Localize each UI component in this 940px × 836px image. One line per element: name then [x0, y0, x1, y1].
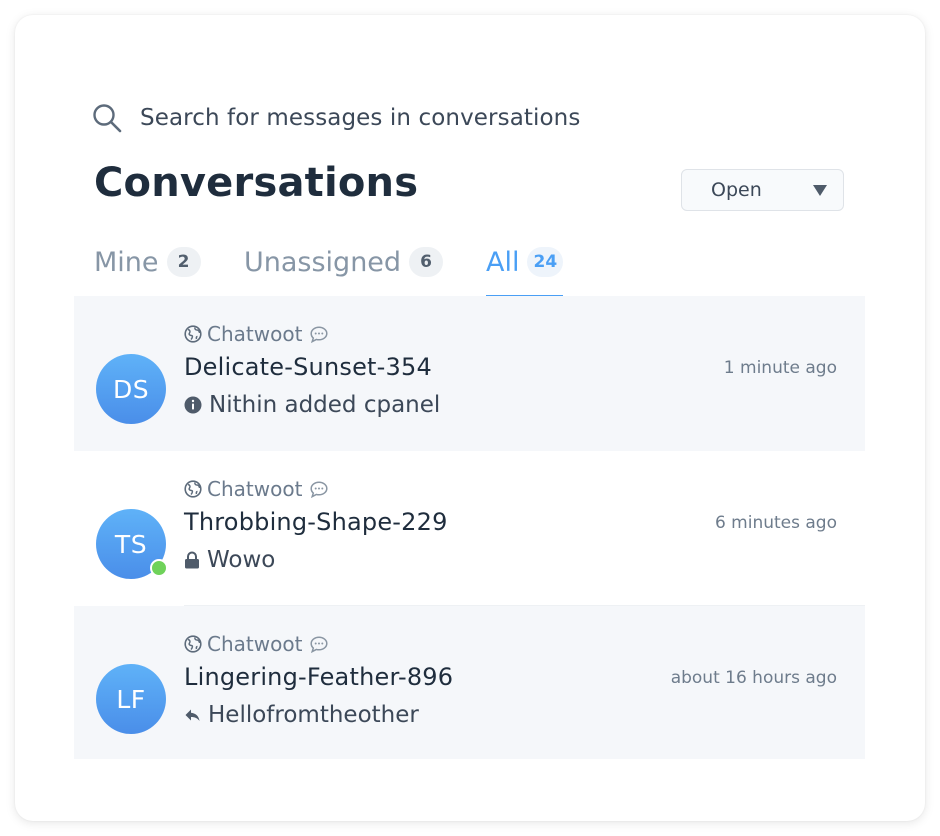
inbox-label: Chatwoot: [184, 632, 329, 656]
timestamp: 6 minutes ago: [714, 513, 837, 533]
tab-mine[interactable]: Mine 2: [94, 228, 201, 296]
inbox-label: Chatwoot: [184, 477, 329, 501]
timestamp: about 16 hours ago: [670, 668, 837, 688]
inbox-label: Chatwoot: [184, 322, 329, 346]
search-icon: [93, 104, 122, 133]
conversation-item[interactable]: DS Chatwoot Delicate-Sunset-354 1 minute…: [74, 296, 865, 451]
tab-count-badge: 2: [166, 247, 201, 277]
globe-icon: [184, 480, 202, 498]
tab-count-badge: 24: [527, 247, 564, 277]
reply-icon: [185, 709, 200, 721]
last-message: Wowo: [184, 547, 275, 573]
chat-bubble-icon: [310, 325, 328, 343]
contact-name: Lingering-Feather-896: [184, 663, 454, 691]
chevron-down-icon: [813, 185, 827, 196]
globe-icon: [184, 325, 202, 343]
conversation-list: DS Chatwoot Delicate-Sunset-354 1 minute…: [74, 296, 865, 759]
tab-all[interactable]: All 24: [486, 228, 564, 298]
info-icon: [184, 396, 202, 414]
online-status-dot: [150, 559, 168, 577]
tab-unassigned[interactable]: Unassigned 6: [244, 228, 444, 296]
tab-label: Mine: [94, 246, 159, 278]
search-bar[interactable]: Search for messages in conversations: [92, 103, 580, 133]
conversation-item[interactable]: LF Chatwoot Lingering-Feather-896 about …: [74, 606, 865, 759]
avatar-initials: TS: [114, 529, 148, 559]
conversation-tabs: Mine 2 Unassigned 6 All 24: [74, 228, 865, 298]
inbox-name: Chatwoot: [207, 322, 303, 346]
last-message: Hellofromtheother: [184, 702, 419, 728]
last-message: Nithin added cpanel: [184, 392, 440, 418]
avatar: DS: [96, 354, 166, 424]
chat-bubble-icon: [310, 480, 328, 498]
tab-label: Unassigned: [244, 246, 402, 278]
lock-icon: [185, 551, 199, 569]
status-filter-value: Open: [711, 179, 762, 201]
message-preview: Wowo: [207, 547, 276, 573]
avatar: LF: [96, 664, 166, 734]
page-title: Conversations: [94, 160, 419, 206]
globe-icon: [184, 635, 202, 653]
timestamp: 1 minute ago: [723, 358, 837, 378]
search-placeholder[interactable]: Search for messages in conversations: [140, 105, 580, 131]
avatar: TS: [96, 509, 168, 579]
tab-label: All: [486, 246, 520, 278]
contact-name: Delicate-Sunset-354: [184, 353, 432, 381]
status-filter-dropdown[interactable]: Open: [681, 169, 844, 211]
inbox-name: Chatwoot: [207, 477, 303, 501]
conversation-item[interactable]: TS Chatwoot Throbbing-Shape-229 6 minute…: [74, 451, 865, 606]
message-preview: Nithin added cpanel: [209, 392, 441, 418]
contact-name: Throbbing-Shape-229: [184, 508, 448, 536]
avatar-initials: LF: [116, 684, 146, 714]
inbox-name: Chatwoot: [207, 632, 303, 656]
tab-count-badge: 6: [409, 247, 444, 277]
avatar-initials: DS: [112, 374, 150, 404]
chat-bubble-icon: [310, 635, 328, 653]
message-preview: Hellofromtheother: [208, 702, 419, 728]
